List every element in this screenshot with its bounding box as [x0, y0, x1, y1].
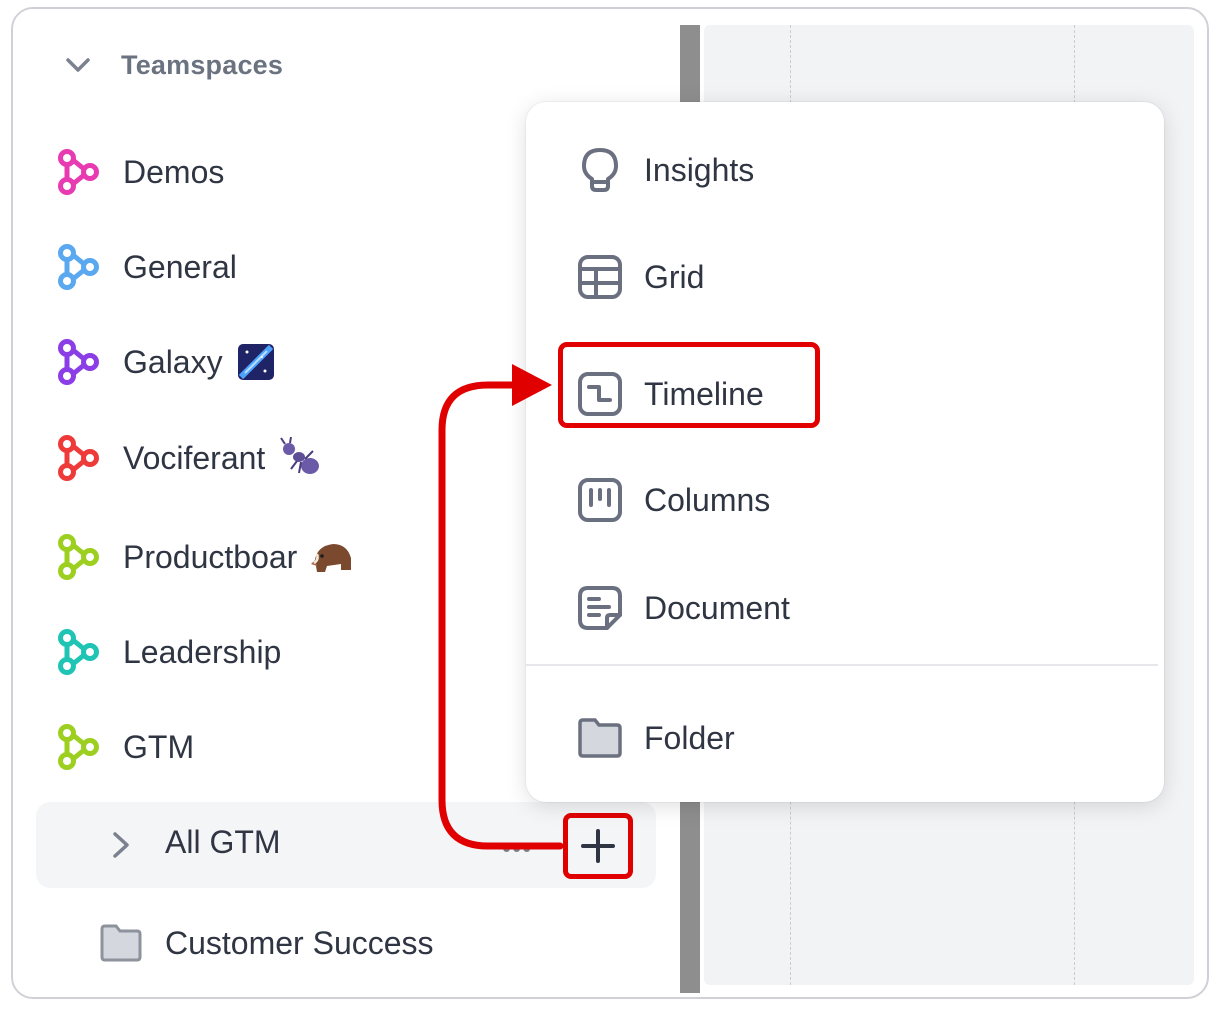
teamspace-label: Vociferant: [123, 439, 266, 476]
plus-icon: [581, 829, 615, 863]
menu-item-document[interactable]: Document: [576, 578, 790, 638]
menu-item-label: Grid: [644, 258, 705, 295]
teamspace-label: GTM: [123, 728, 195, 765]
timeline-highlight-box: [558, 342, 820, 428]
menu-item-label: Insights: [644, 151, 755, 188]
teamspace-demos[interactable]: Demos: [55, 144, 224, 200]
menu-divider: [526, 664, 1158, 666]
create-menu: Insights Grid Timeline Columns Document: [526, 102, 1164, 802]
teamspace-gtm[interactable]: GTM: [55, 719, 194, 775]
grid-icon: [576, 253, 624, 301]
teamspace-label: Productboar: [123, 538, 298, 575]
menu-item-folder[interactable]: Folder: [576, 708, 735, 768]
teamspace-productboar[interactable]: Productboar: [55, 529, 353, 585]
teamspace-icon: [55, 148, 103, 196]
document-icon: [576, 584, 624, 632]
add-button[interactable]: [563, 813, 633, 879]
menu-item-label: Document: [644, 589, 790, 626]
teamspace-icon: [55, 628, 103, 676]
lightbulb-icon: [576, 146, 624, 194]
more-options-icon[interactable]: •••: [502, 833, 532, 864]
columns-icon: [576, 476, 624, 524]
menu-item-label: Columns: [644, 481, 771, 518]
app-frame: Teamspaces Demos General Galaxy Vocifera…: [11, 7, 1209, 999]
folder-icon: [100, 924, 142, 962]
chevron-right-icon: [113, 832, 129, 858]
menu-item-columns[interactable]: Columns: [576, 470, 770, 530]
teamspace-icon: [55, 338, 103, 386]
teamspace-icon: [55, 243, 103, 291]
teamspace-general[interactable]: General: [55, 239, 237, 295]
sidebar-item-label: Customer Success: [165, 924, 434, 961]
teamspace-vociferant[interactable]: Vociferant: [55, 430, 321, 486]
teamspace-leadership[interactable]: Leadership: [55, 624, 281, 680]
menu-item-insights[interactable]: Insights: [576, 140, 754, 200]
sidebar-item-customer-success[interactable]: Customer Success: [99, 915, 434, 971]
teamspace-galaxy[interactable]: Galaxy: [55, 334, 275, 390]
teamspaces-header[interactable]: Teamspaces: [63, 43, 283, 87]
teamspace-label: General: [123, 248, 237, 285]
galaxy-emoji-icon: [237, 343, 275, 381]
teamspace-label: Leadership: [123, 633, 282, 670]
menu-item-grid[interactable]: Grid: [576, 247, 704, 307]
section-title: Teamspaces: [121, 49, 284, 80]
teamspace-label: Galaxy: [123, 343, 223, 380]
boar-emoji-icon: [311, 538, 353, 576]
teamspace-label: Demos: [123, 153, 225, 190]
chevron-down-icon: [63, 50, 93, 80]
teamspace-icon: [55, 434, 103, 482]
ant-emoji-icon: [279, 437, 321, 479]
menu-item-label: Folder: [644, 719, 735, 756]
teamspace-icon: [55, 723, 103, 771]
teamspace-icon: [55, 533, 103, 581]
sidebar-item-label: All GTM: [165, 824, 281, 860]
folder-icon: [576, 714, 624, 762]
